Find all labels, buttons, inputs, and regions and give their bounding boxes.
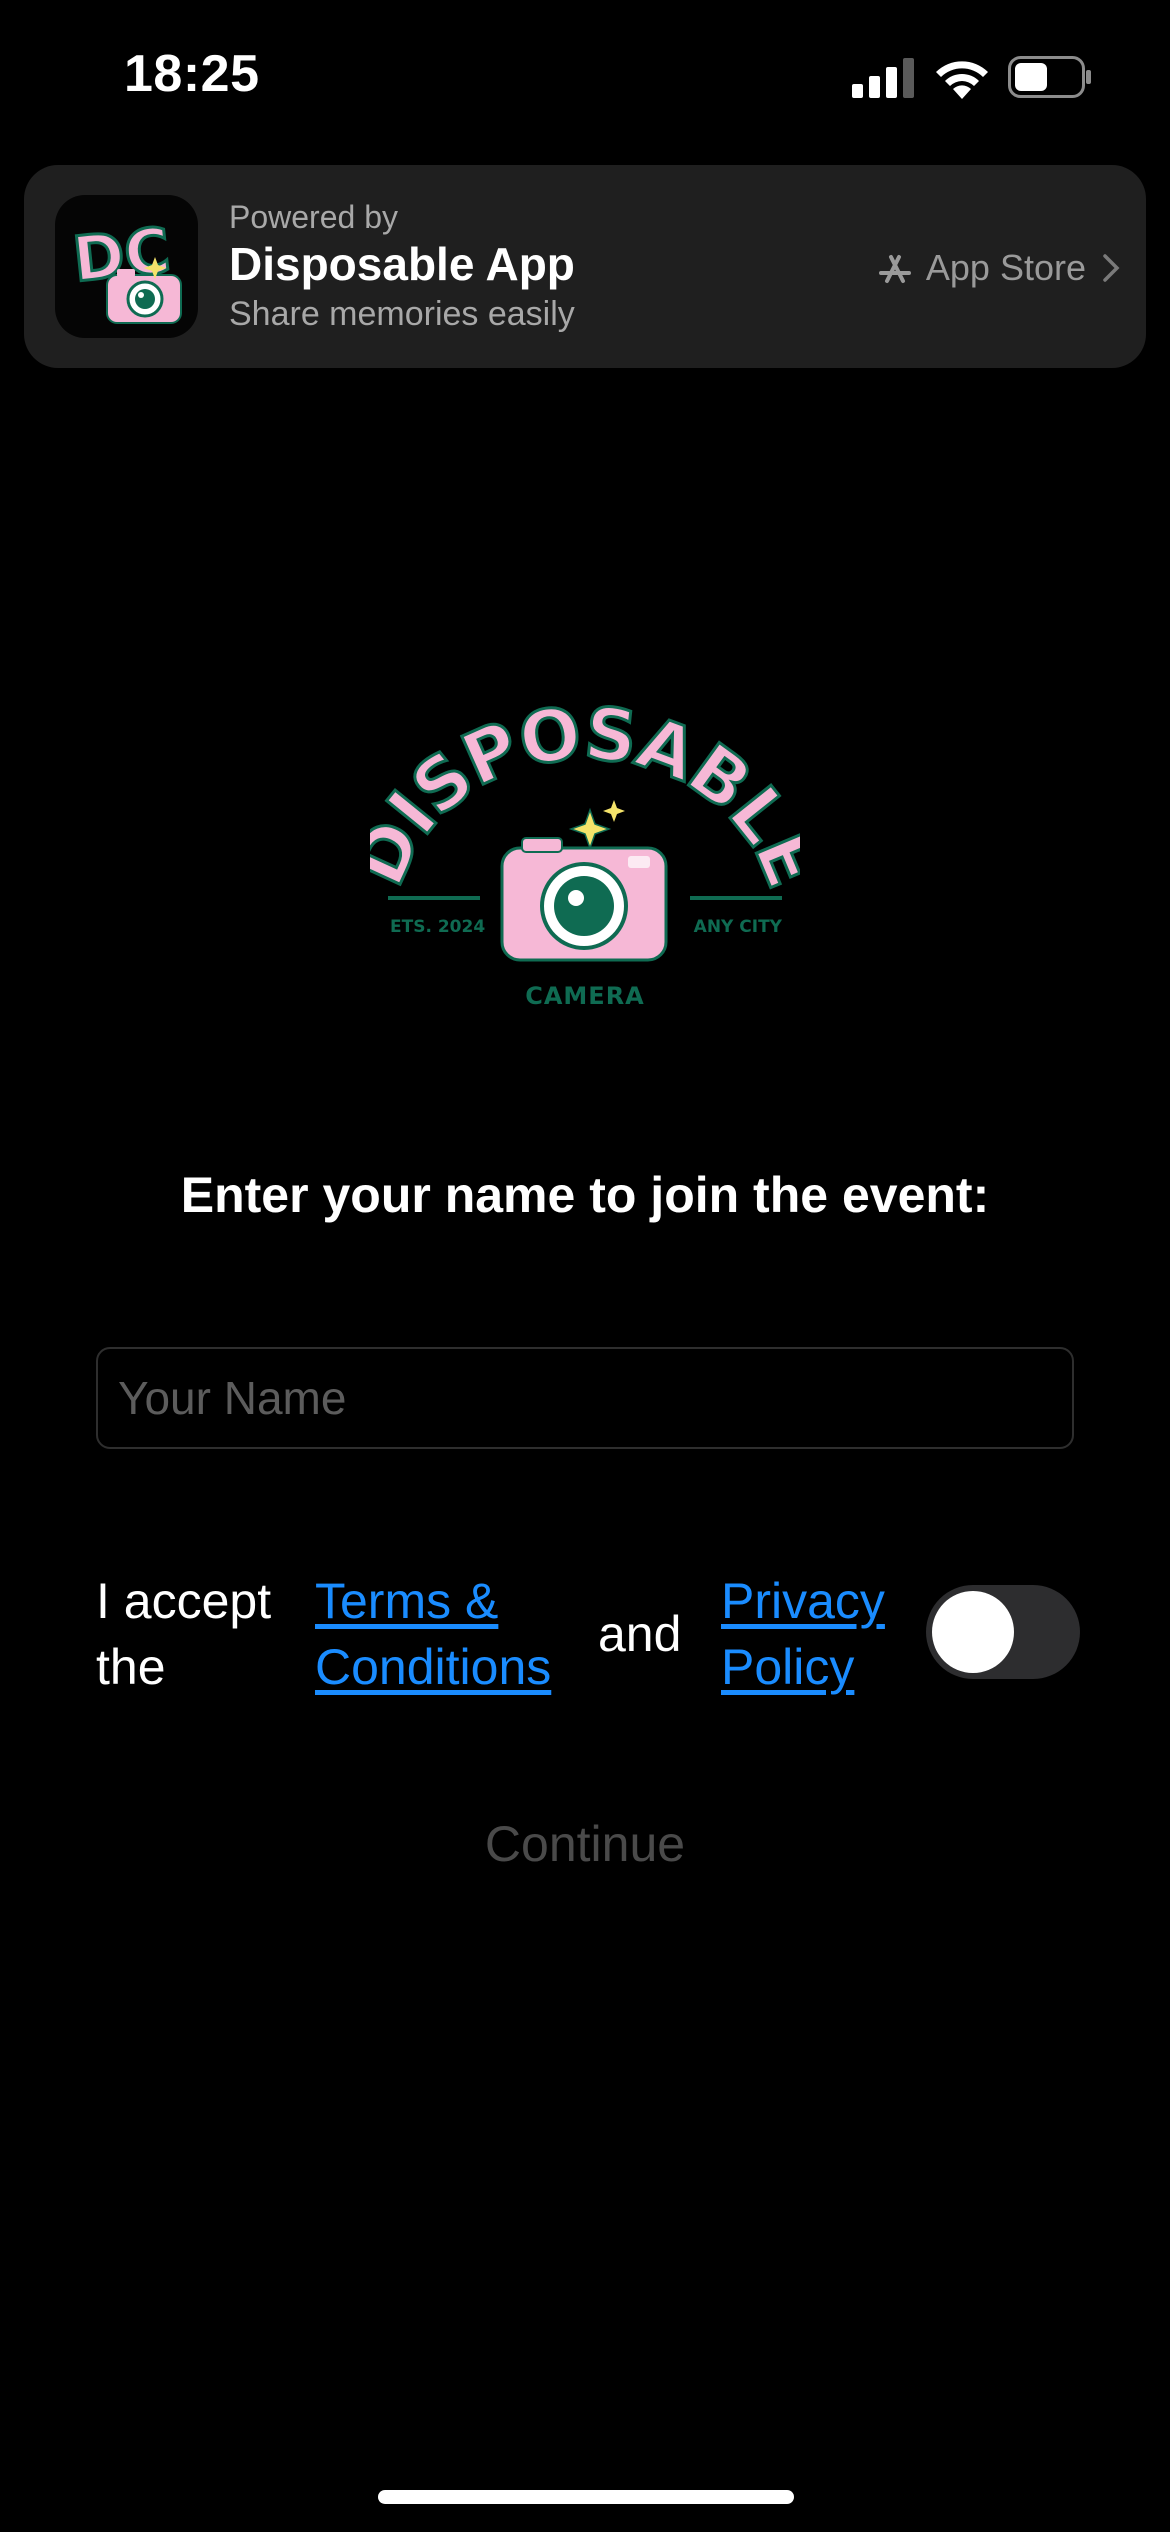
- app-tagline: Share memories easily: [229, 295, 575, 333]
- home-indicator[interactable]: [378, 2490, 794, 2504]
- privacy-link[interactable]: Privacy Policy: [721, 1568, 911, 1700]
- wifi-icon: [936, 61, 988, 99]
- status-time: 18:25: [124, 45, 260, 103]
- app-store-label: App Store: [925, 247, 1086, 288]
- continue-button[interactable]: Continue: [0, 1815, 1170, 1873]
- battery-icon: [1008, 56, 1091, 98]
- name-input[interactable]: [96, 1347, 1074, 1449]
- app-icon: DC: [55, 195, 198, 338]
- and-label: and: [598, 1606, 682, 1662]
- terms-link[interactable]: Terms & Conditions: [315, 1568, 575, 1700]
- toggle-knob: [932, 1591, 1014, 1673]
- join-heading: Enter your name to join the event:: [180, 1167, 990, 1223]
- svg-text:ETS. 2024: ETS. 2024: [390, 917, 485, 937]
- status-bar: 18:25: [0, 0, 1170, 150]
- accept-toggle[interactable]: [926, 1585, 1080, 1679]
- app-name: Disposable App: [229, 238, 575, 290]
- signal-icon: [852, 58, 914, 98]
- svg-text:ANY CITY: ANY CITY: [694, 917, 783, 937]
- disposable-camera-logo: DISPOSABLE ETS. 2024 ANY CITY CAMERA: [370, 700, 800, 1010]
- app-clip-banner[interactable]: DC Powered by Disposable App Share memor…: [24, 165, 1146, 368]
- app-store-link[interactable]: App Store: [876, 247, 1120, 289]
- powered-by-label: Powered by: [229, 199, 398, 235]
- app-store-icon: [878, 255, 911, 283]
- chevron-right-icon: [1103, 254, 1120, 282]
- svg-text:CAMERA: CAMERA: [525, 982, 645, 1010]
- accept-label: I accept the: [96, 1573, 272, 1695]
